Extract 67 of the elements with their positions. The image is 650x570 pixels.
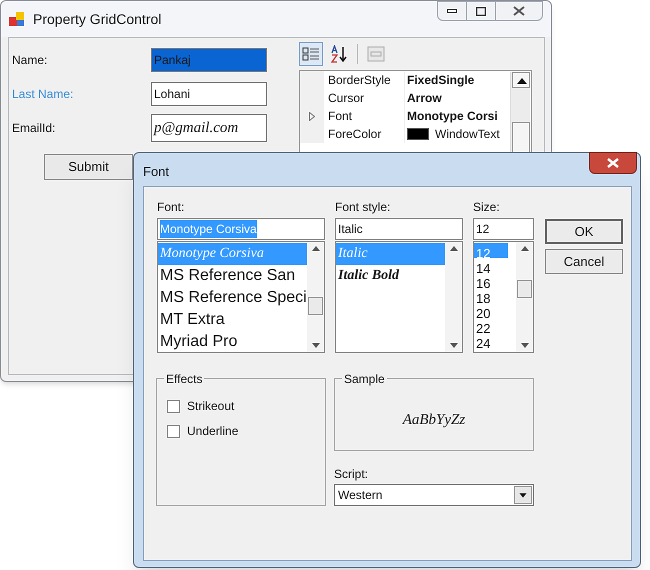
script-dropdown[interactable]: Western [334, 484, 534, 506]
scroll-up-icon [520, 246, 528, 251]
property-name[interactable]: Cursor [324, 89, 404, 107]
checkbox[interactable]: Underline [167, 422, 238, 440]
list-item[interactable]: 22 [474, 318, 516, 333]
scroll-down-icon [520, 343, 528, 348]
style-field[interactable]: Italic [335, 218, 463, 240]
list-item[interactable]: 14 [474, 258, 516, 273]
property-value[interactable]: Arrow [407, 89, 442, 107]
minimize-icon [447, 9, 457, 13]
app-icon [9, 11, 25, 27]
checkbox-box[interactable] [167, 424, 180, 438]
window-title: Property GridControl [33, 10, 162, 29]
categorized-icon [302, 46, 320, 62]
scroll-up-icon [312, 246, 320, 251]
field-label: Name: [12, 52, 48, 69]
maximize-icon [476, 6, 486, 16]
maximize-button[interactable] [467, 1, 495, 21]
list-item[interactable]: Italic Bold [336, 265, 445, 287]
property-name[interactable]: ForeColor [324, 125, 404, 143]
list-item[interactable]: MS Reference Speci [158, 287, 307, 309]
dropdown-value: Western [337, 487, 384, 504]
list-item[interactable]: 18 [474, 288, 516, 303]
field-label: Size: [473, 201, 501, 214]
close-button[interactable] [589, 152, 637, 174]
expand-icon [309, 112, 315, 120]
list-item[interactable]: MS Reference San [158, 265, 307, 287]
checkbox-box[interactable] [167, 400, 180, 412]
sample-text: AaBbYyZz [401, 411, 466, 430]
list-item[interactable]: MT Extra [158, 309, 307, 331]
close-icon [607, 158, 619, 168]
property-value[interactable]: FixedSingle [407, 71, 474, 89]
property-value[interactable]: WindowText [435, 125, 500, 143]
minimize-button[interactable] [437, 1, 467, 21]
size-list[interactable]: 12 14 16 18 20 22 24 [473, 241, 534, 353]
dialog-button[interactable]: OK [545, 219, 623, 244]
close-button[interactable] [495, 1, 543, 21]
close-icon [513, 6, 525, 16]
text-field[interactable]: p@gmail.com [151, 114, 267, 142]
property-name[interactable]: Font [324, 107, 404, 125]
list-item[interactable]: 16 [474, 273, 516, 288]
toolbar-button[interactable] [299, 42, 323, 66]
property-value[interactable]: Monotype Corsi [407, 107, 498, 125]
style-list[interactable]: Italic Italic Bold [335, 241, 463, 353]
scroll-down-icon [450, 343, 458, 348]
field-label: Script: [334, 466, 368, 483]
field-label: Last Name: [12, 86, 74, 103]
scrollbar-thumb[interactable] [517, 280, 532, 298]
list-item[interactable]: Myriad Pro [158, 331, 307, 352]
property-name[interactable]: BorderStyle [324, 71, 404, 89]
property-pages-icon [367, 46, 385, 62]
field-label: EmailId: [12, 120, 56, 137]
scrollbar-thumb[interactable] [308, 297, 323, 315]
sort-icon [330, 45, 348, 63]
scroll-down-icon [312, 343, 320, 348]
field-label: Font: [157, 201, 186, 214]
font-list[interactable]: Monotype Corsiva MS Reference San MS Reference Speci MT Extra Myriad Pro [157, 241, 325, 353]
submit-button[interactable]: Submit [44, 154, 133, 180]
field-label: Font style: [335, 201, 392, 214]
size-field[interactable]: 12 [473, 218, 534, 240]
list-item[interactable]: 24 [474, 333, 516, 348]
list-item[interactable]: 20 [474, 303, 516, 318]
scroll-up-icon [450, 246, 458, 251]
text-field[interactable]: Lohani [151, 82, 267, 106]
dialog-button[interactable]: Cancel [545, 249, 623, 274]
dialog-title: Font [143, 163, 170, 181]
checkbox[interactable]: Strikeout [167, 397, 238, 415]
